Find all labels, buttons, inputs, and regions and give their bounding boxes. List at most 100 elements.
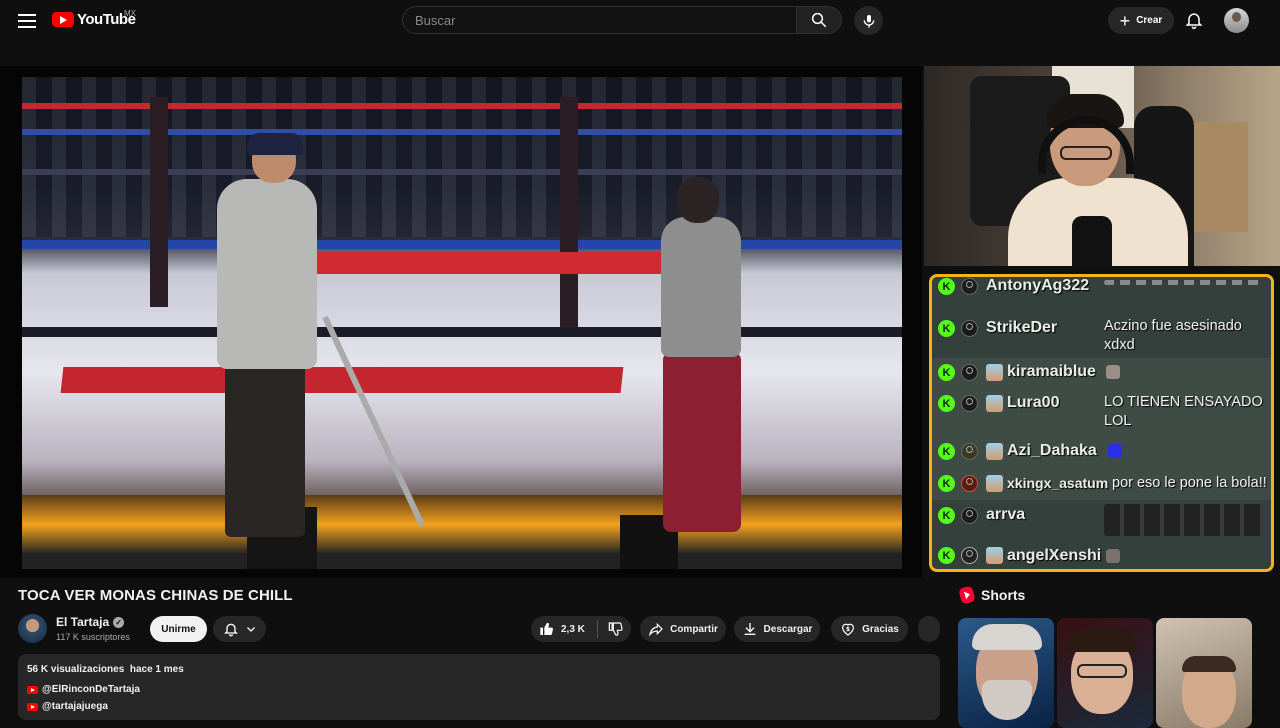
chat-message: K StrikeDer Aczino fue asesinado xdxd [932, 311, 1271, 355]
youtube-logo[interactable]: YouTube [52, 11, 136, 28]
subscriber-badge-icon [986, 443, 1003, 460]
emote-strip-icon [1104, 504, 1264, 536]
chat-text: LO TIENEN ENSAYADO LOL [1104, 394, 1263, 429]
bell-icon [1185, 13, 1203, 30]
verified-check-icon: ✓ [113, 617, 125, 629]
stream-chat-overlay: K AntonyAg322 K StrikeDer Aczino fue ase… [929, 274, 1274, 572]
chat-message: K angelXenshi [932, 539, 1271, 569]
create-button[interactable]: + Crear [1108, 7, 1174, 34]
youtube-play-icon [52, 12, 74, 27]
search-button[interactable] [796, 6, 842, 34]
view-count: 56 K visualizaciones [27, 664, 125, 675]
emote-icon [1108, 444, 1122, 458]
chat-username: xkingx_asatum [1007, 475, 1109, 491]
streamer-webcam [924, 66, 1280, 266]
kick-badge-icon: K [938, 507, 955, 524]
channel-name[interactable]: El Tartaja [56, 615, 109, 629]
user-badge-icon [961, 395, 978, 412]
shorts-title: Shorts [981, 587, 1026, 603]
search-icon [811, 12, 827, 28]
thanks-label: Gracias [862, 623, 899, 635]
kick-badge-icon: K [938, 278, 955, 295]
chevron-down-icon [246, 627, 255, 632]
user-badge-icon [961, 320, 978, 337]
thumbs-up-icon[interactable] [539, 621, 555, 637]
voice-search-button[interactable] [854, 6, 883, 35]
user-badge-icon [961, 364, 978, 381]
menu-icon[interactable] [16, 10, 38, 32]
youtube-icon [27, 702, 38, 711]
video-frame[interactable] [22, 77, 902, 569]
chat-message: K Azi_Dahaka [932, 437, 1271, 468]
kick-badge-icon: K [938, 364, 955, 381]
account-avatar[interactable] [1224, 8, 1249, 33]
share-icon [649, 622, 663, 637]
user-badge-icon [961, 278, 978, 295]
upload-date: hace 1 mes [129, 664, 184, 675]
more-actions-button[interactable] [918, 616, 940, 642]
subscriber-badge-icon [986, 475, 1003, 492]
emote-strip-icon [1104, 280, 1264, 285]
plus-icon: + [1119, 10, 1131, 31]
channel-link[interactable]: @ElRinconDeTartaja [27, 684, 140, 695]
like-dislike-group: 2,3 K [531, 616, 631, 642]
user-badge-icon [961, 547, 978, 564]
subscriber-badge-icon [986, 364, 1003, 381]
youtube-icon [27, 685, 38, 694]
download-label: Descargar [763, 623, 813, 635]
join-button[interactable]: Unirme [150, 616, 207, 642]
region-code: MX [124, 9, 136, 18]
short-thumbnail[interactable] [958, 618, 1054, 728]
short-thumbnail[interactable] [1057, 618, 1153, 728]
chat-message: K kiramaiblue [932, 358, 1271, 389]
description-box[interactable]: 56 K visualizaciones hace 1 mes @ElRinco… [18, 654, 940, 720]
chat-message: K AntonyAg322 [932, 277, 1271, 299]
emote-icon [1106, 365, 1120, 379]
kick-badge-icon: K [938, 395, 955, 412]
notifications-button[interactable] [1184, 10, 1204, 35]
download-icon [744, 623, 755, 635]
kick-badge-icon: K [938, 475, 955, 492]
top-bar: YouTube MX + Crear [0, 0, 1280, 42]
chat-username: angelXenshi [1007, 547, 1102, 564]
create-label: Crear [1136, 15, 1163, 26]
short-thumbnail[interactable] [1156, 618, 1252, 728]
chat-text: por eso le pone la bola!! [1112, 475, 1267, 491]
share-label: Compartir [670, 623, 718, 635]
channel-link[interactable]: @tartajajuega [27, 701, 108, 712]
chat-message: K arrva [932, 500, 1271, 538]
chat-username: kiramaiblue [1007, 363, 1096, 380]
subscriber-badge-icon [986, 395, 1003, 412]
shorts-icon [958, 585, 976, 605]
video-title: TOCA VER MONAS CHINAS DE CHILL [18, 587, 293, 604]
microphone-object [1072, 216, 1112, 266]
bell-icon [223, 623, 238, 637]
download-button[interactable]: Descargar [734, 616, 820, 642]
user-badge-icon [961, 507, 978, 524]
microphone-icon [863, 14, 874, 28]
subscription-bell-button[interactable] [213, 616, 266, 642]
svg-text:$: $ [846, 626, 850, 633]
channel-avatar[interactable] [18, 614, 47, 643]
like-count[interactable]: 2,3 K [561, 624, 585, 635]
chat-username: AntonyAg322 [986, 277, 1090, 294]
channel-name-row[interactable]: El Tartaja ✓ [56, 615, 125, 629]
chat-username: Lura00 [1007, 394, 1060, 411]
chat-text: Aczino fue asesinado xdxd [1104, 318, 1242, 353]
chat-message: K xkingx_asatum por eso le pone la bola!… [932, 468, 1271, 500]
thumbs-down-icon[interactable] [608, 621, 624, 637]
performer-left [207, 133, 317, 557]
thanks-button[interactable]: $ Gracias [831, 616, 908, 642]
description-meta: 56 K visualizaciones hace 1 mes [27, 664, 184, 675]
subscriber-badge-icon [986, 547, 1003, 564]
chat-username: arrva [986, 506, 1026, 523]
subscriber-count: 117 K suscriptores [56, 632, 130, 642]
user-badge-icon [961, 443, 978, 460]
search-box [402, 6, 796, 34]
emote-icon [1106, 549, 1120, 563]
chat-username: Azi_Dahaka [1007, 442, 1097, 459]
kick-badge-icon: K [938, 443, 955, 460]
search-input[interactable] [403, 7, 787, 34]
share-button[interactable]: Compartir [640, 616, 726, 642]
super-thanks-icon: $ [842, 623, 855, 636]
